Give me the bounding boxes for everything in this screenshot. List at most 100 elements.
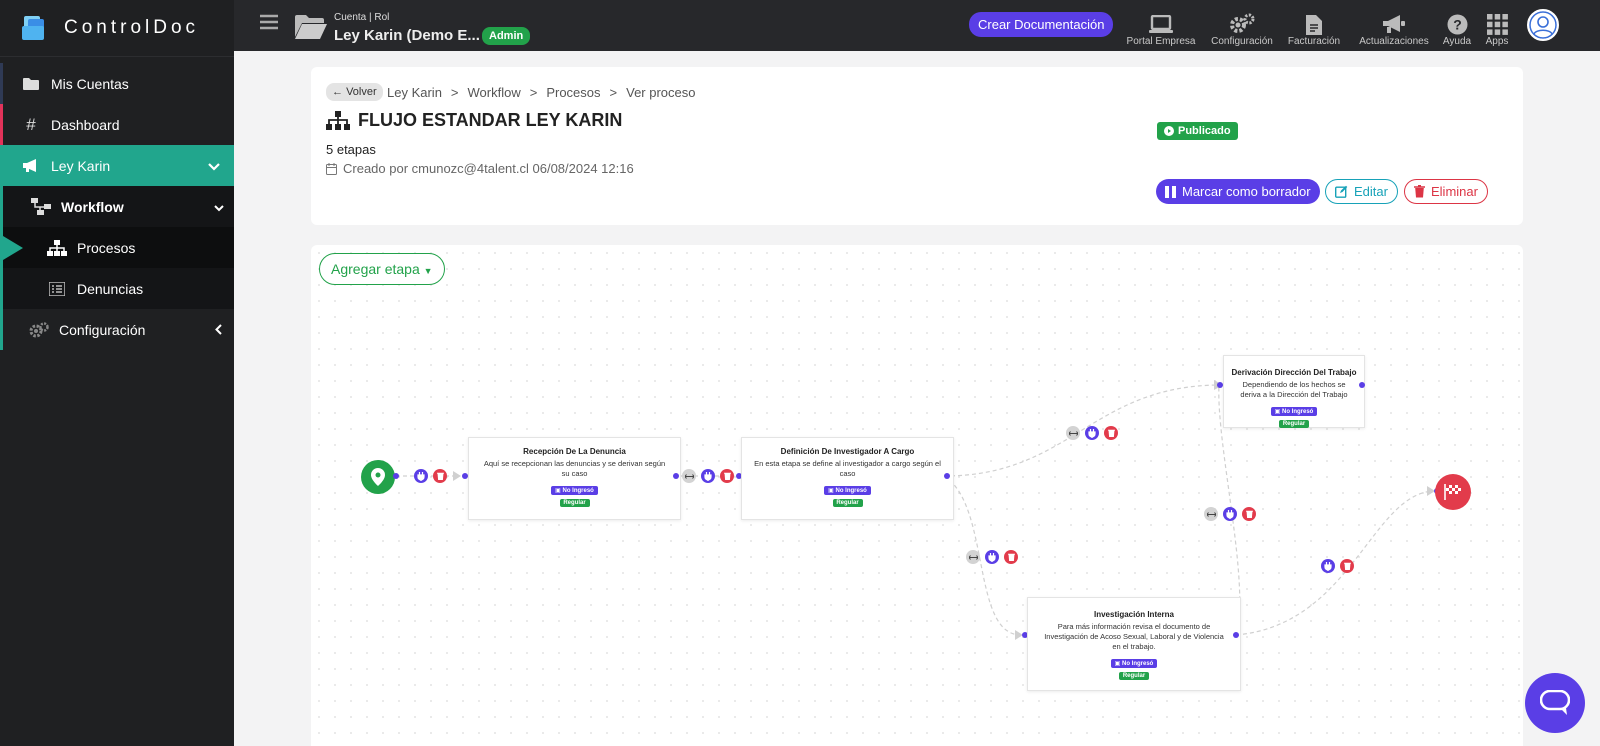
sidebar-item-dashboard[interactable]: # Dashboard — [0, 104, 234, 145]
edit-icon — [1335, 185, 1348, 198]
breadcrumb-ley-karin[interactable]: Ley Karin — [387, 85, 442, 100]
connector-dot[interactable] — [1359, 382, 1365, 388]
svg-text:?: ? — [1453, 16, 1462, 32]
create-documentation-button[interactable]: Crear Documentación — [969, 12, 1114, 37]
sidebar: ControlDoc Mis Cuentas # Dashboard Ley K… — [0, 0, 234, 746]
add-connection-button[interactable] — [1321, 559, 1335, 573]
stage-node-investigacion[interactable]: Investigación Interna Para más informaci… — [1027, 597, 1241, 691]
add-connection-button[interactable] — [701, 469, 715, 483]
resize-connection-button[interactable] — [966, 550, 980, 564]
breadcrumb-separator: > — [450, 85, 459, 100]
sidebar-item-ley-karin[interactable]: Ley Karin — [0, 145, 234, 186]
delete-connection-button[interactable] — [1242, 507, 1256, 521]
edit-button[interactable]: Editar — [1325, 179, 1398, 204]
workflow-canvas: Agregar etapa ▼ Recepción De La Denuncia… — [311, 245, 1523, 746]
stage-node-definicion[interactable]: Definición De Investigador A Cargo En es… — [741, 437, 954, 520]
brand[interactable]: ControlDoc — [0, 0, 234, 57]
stage-type-badge: Regular — [832, 499, 863, 507]
user-avatar[interactable] — [1527, 9, 1559, 41]
tool-label: Ayuda — [1442, 36, 1472, 47]
configuracion-button[interactable]: Configuración — [1207, 12, 1277, 47]
chat-button[interactable] — [1525, 673, 1585, 733]
connector-dot[interactable] — [944, 473, 950, 479]
created-info: Creado por cmunozc@4talent.cl 06/08/2024… — [326, 161, 634, 176]
resize-connection-button[interactable] — [682, 469, 696, 483]
end-node[interactable] — [1435, 474, 1471, 510]
breadcrumb: Ley Karin > Workflow > Procesos > Ver pr… — [387, 85, 696, 100]
stage-node-derivacion[interactable]: Derivación Dirección Del Trabajo Dependi… — [1223, 355, 1365, 428]
stage-title: Derivación Dirección Del Trabajo — [1231, 368, 1357, 377]
resize-connection-button[interactable] — [1066, 426, 1080, 440]
delete-button[interactable]: Eliminar — [1404, 179, 1488, 204]
connector-dot[interactable] — [1233, 632, 1239, 638]
breadcrumb-workflow[interactable]: Workflow — [468, 85, 521, 100]
megaphone-icon — [21, 158, 41, 173]
tool-label: Portal Empresa — [1126, 36, 1196, 47]
id-card-icon: ▣ — [828, 488, 834, 494]
sidebar-item-label: Ley Karin — [51, 157, 111, 174]
start-node[interactable] — [361, 460, 395, 494]
stage-status-badge: ▣ No Ingresó — [824, 486, 871, 495]
map-marker-icon — [371, 468, 385, 486]
stage-title: Recepción De La Denuncia — [523, 447, 626, 456]
delete-connection-button[interactable] — [1340, 559, 1354, 573]
arrows-horizontal-icon — [1206, 511, 1216, 517]
arrows-horizontal-icon — [968, 554, 978, 560]
breadcrumb-separator: > — [609, 85, 618, 100]
stage-title: Investigación Interna — [1093, 610, 1175, 619]
breadcrumb-ver-proceso: Ver proceso — [626, 85, 696, 100]
add-connection-button[interactable] — [1085, 426, 1099, 440]
id-card-icon: ▣ — [1114, 661, 1121, 667]
edge-arrow — [453, 471, 461, 481]
stage-description: Para más información revisa el documento… — [1044, 622, 1224, 651]
status-badge: Publicado — [1157, 122, 1238, 140]
add-connection-button[interactable] — [1223, 507, 1237, 521]
gears-icon — [1207, 12, 1277, 36]
sidebar-item-mis-cuentas[interactable]: Mis Cuentas — [0, 63, 234, 104]
mark-draft-button[interactable]: Marcar como borrador — [1156, 179, 1320, 204]
trash-icon — [1414, 185, 1425, 198]
delete-connection-button[interactable] — [1104, 426, 1118, 440]
account-name[interactable]: Ley Karin (Demo E... — [334, 27, 480, 44]
actualizaciones-button[interactable]: Actualizaciones — [1355, 12, 1433, 47]
sidebar-item-denuncias[interactable]: Denuncias — [0, 268, 234, 309]
stage-status-badge: ▣ No Ingresó — [551, 486, 598, 495]
sidebar-item-configuracion[interactable]: Configuración — [0, 309, 234, 350]
user-icon — [1529, 11, 1557, 39]
back-button[interactable]: ← Volver — [326, 83, 383, 101]
flag-checkered-icon — [1444, 484, 1461, 500]
connector-dot[interactable] — [393, 473, 399, 479]
add-connection-button[interactable] — [985, 550, 999, 564]
plug-icon — [417, 471, 425, 481]
connector-dot[interactable] — [673, 473, 679, 479]
portal-empresa-button[interactable]: Portal Empresa — [1124, 12, 1198, 47]
facturacion-button[interactable]: Facturación — [1284, 12, 1344, 47]
chevron-left-icon — [215, 322, 222, 338]
account-label: Cuenta | Rol — [334, 12, 390, 23]
trash-icon — [1245, 510, 1253, 518]
apps-button[interactable]: Apps — [1482, 12, 1512, 47]
chevron-down-icon — [214, 199, 224, 215]
stage-status-badge: ▣ No Ingresó — [1270, 407, 1318, 416]
delete-connection-button[interactable] — [720, 469, 734, 483]
mark-draft-label: Marcar como borrador — [1182, 184, 1311, 199]
sidebar-item-procesos[interactable]: Procesos — [0, 227, 234, 268]
megaphone-icon — [1355, 12, 1433, 36]
delete-connection-button[interactable] — [433, 469, 447, 483]
laptop-icon — [1124, 12, 1198, 36]
delete-connection-button[interactable] — [1004, 550, 1018, 564]
sidebar-item-workflow[interactable]: Workflow — [0, 186, 234, 227]
brand-name: ControlDoc — [64, 17, 200, 38]
breadcrumb-procesos[interactable]: Procesos — [546, 85, 600, 100]
stage-status-label: No Ingresó — [835, 488, 867, 494]
add-connection-button[interactable] — [414, 469, 428, 483]
sidebar-item-label: Configuración — [59, 321, 146, 338]
ayuda-button[interactable]: ? Ayuda — [1439, 12, 1475, 47]
menu-icon[interactable] — [260, 14, 278, 35]
stage-status-label: No Ingresó — [562, 488, 594, 494]
resize-connection-button[interactable] — [1204, 507, 1218, 521]
back-label: Volver — [346, 86, 377, 98]
sitemap-icon — [47, 239, 67, 256]
play-circle-icon — [1164, 126, 1174, 136]
stage-node-recepcion[interactable]: Recepción De La Denuncia Aquí se recepci… — [468, 437, 681, 520]
